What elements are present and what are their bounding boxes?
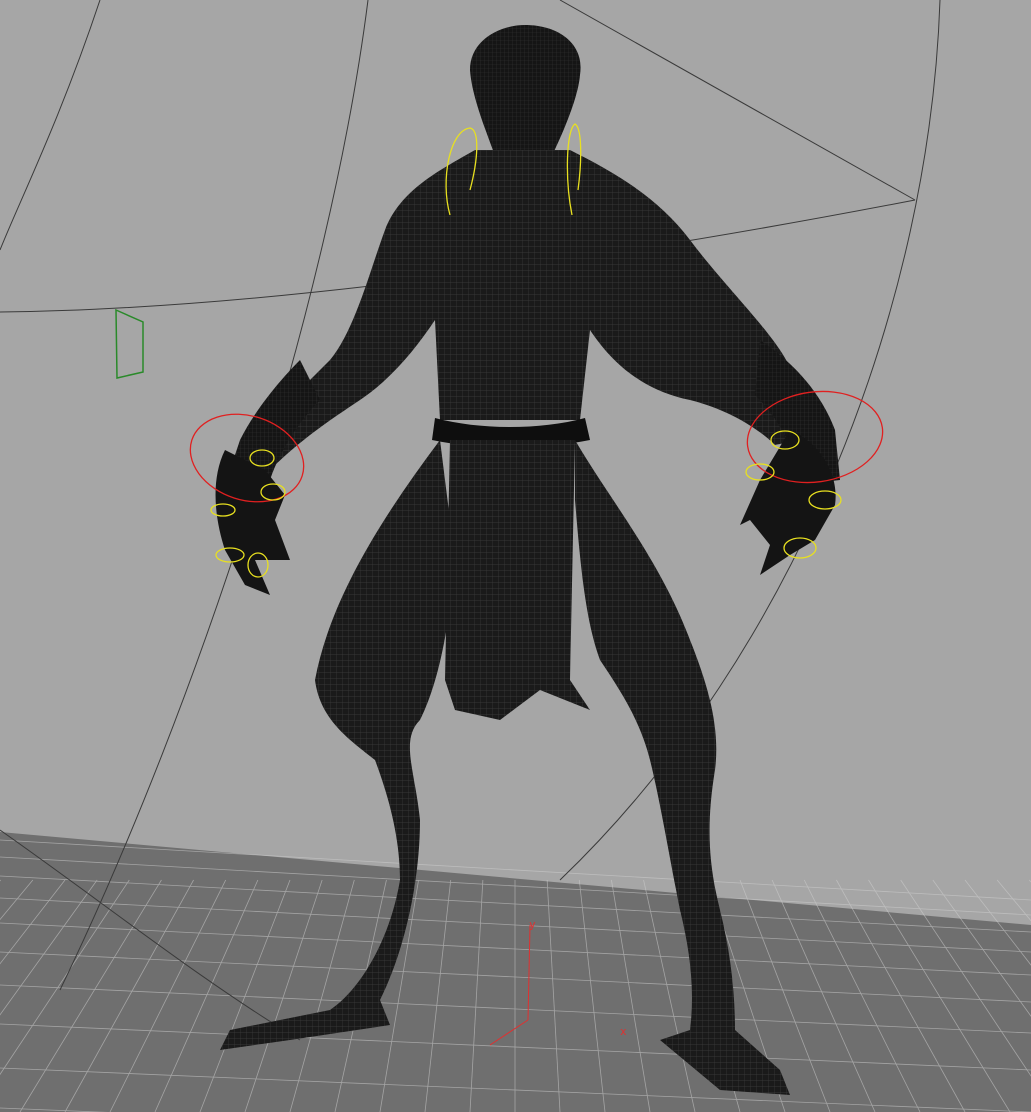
y-axis-label: y — [529, 918, 536, 931]
scene-canvas[interactable]: y x — [0, 0, 1031, 1112]
x-axis-label: x — [620, 1025, 627, 1038]
3d-viewport[interactable]: y x — [0, 0, 1031, 1112]
creature-loincloth — [445, 440, 590, 720]
